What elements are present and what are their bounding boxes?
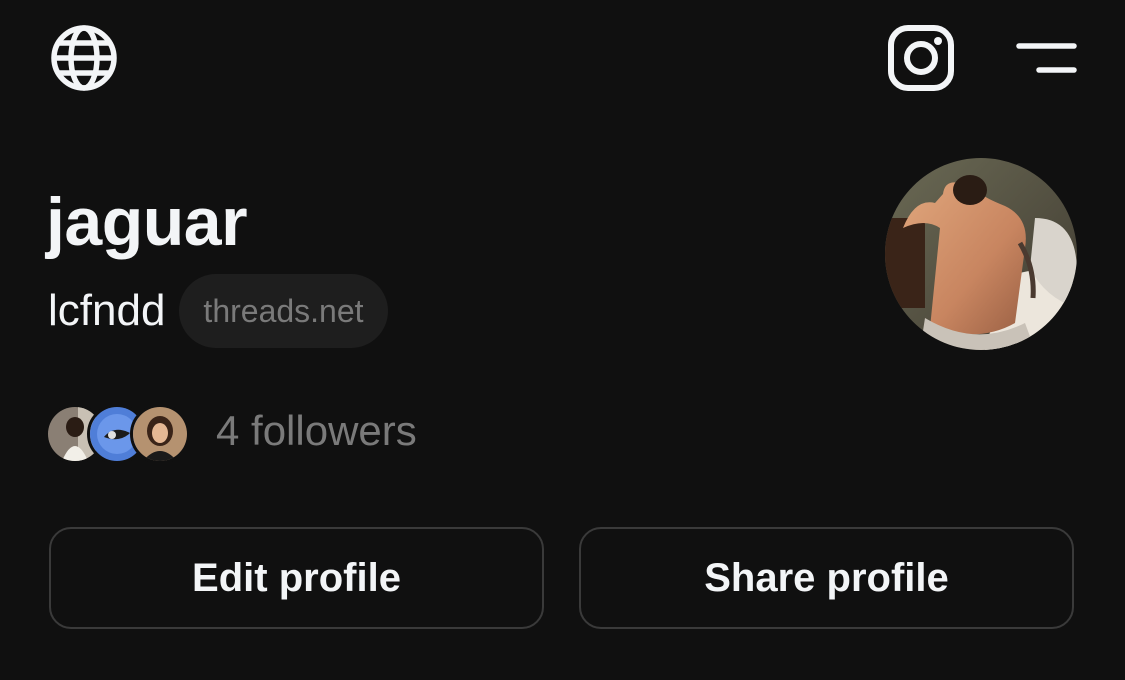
profile-photo-image	[885, 158, 1077, 350]
instagram-icon[interactable]	[887, 24, 955, 92]
followers-count[interactable]: 4 followers	[216, 407, 417, 455]
profile-display-name: jaguar	[46, 184, 248, 260]
globe-icon[interactable]	[50, 24, 118, 92]
profile-avatar[interactable]	[885, 158, 1077, 350]
menu-icon[interactable]	[1014, 40, 1078, 76]
followers-row[interactable]: 4 followers	[45, 400, 417, 464]
handle-row: lcfndd threads.net	[48, 274, 388, 348]
follower-avatar	[130, 404, 190, 464]
share-profile-button[interactable]: Share profile	[579, 527, 1074, 629]
threads-domain-badge[interactable]: threads.net	[179, 274, 388, 348]
follower-avatars	[45, 402, 190, 464]
edit-profile-button[interactable]: Edit profile	[49, 527, 544, 629]
profile-username: lcfndd	[48, 286, 166, 335]
